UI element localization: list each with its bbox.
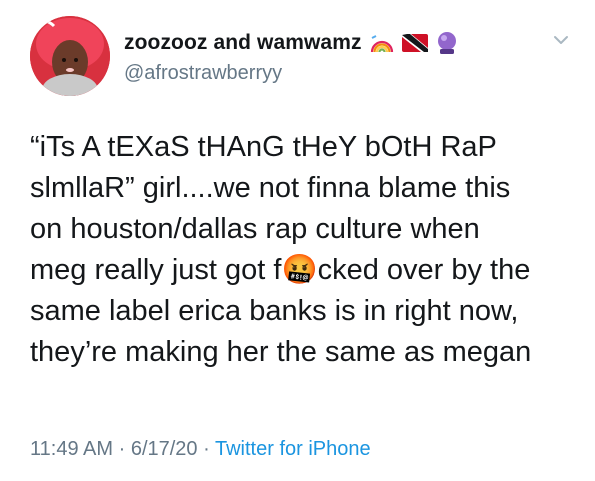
tweet-text-line: on houston/dallas rap culture when — [30, 213, 480, 245]
tweet-text-line: same label erica banks is in right now, — [30, 295, 519, 327]
avatar-image — [30, 16, 110, 96]
avatar[interactable] — [30, 16, 110, 96]
tweet-time[interactable]: 11:49 AM — [30, 438, 113, 460]
tweet-date[interactable]: 6/17/20 — [131, 438, 198, 460]
tweet-text-segment: cked over by the — [317, 254, 531, 286]
tweet-card: zoozooz and wamwamz @afrostrawberryy “iT… — [0, 0, 595, 481]
name-row: zoozooz and wamwamz — [124, 30, 575, 56]
meta-separator: · — [203, 438, 210, 460]
trinidad-flag-icon — [401, 34, 428, 52]
tweet-text-line: slmllaR” girl....we not finna blame this — [30, 172, 511, 204]
censor-emoji-icon: 🤬 — [281, 254, 318, 286]
user-handle[interactable]: @afrostrawberryy — [124, 62, 575, 85]
display-name[interactable]: zoozooz and wamwamz — [124, 31, 362, 55]
meta-separator: · — [118, 438, 126, 460]
tweet-text-line: they’re making her the same as megan — [30, 336, 532, 368]
name-emojis — [370, 31, 458, 55]
tweet-source-link[interactable]: Twitter for iPhone — [215, 438, 371, 460]
chevron-down-icon[interactable] — [551, 30, 571, 50]
tweet-text-line: meg really just got f🤬cked over by the — [30, 250, 575, 291]
crystal-ball-icon — [437, 32, 456, 54]
tweet-text: “iTs A tEXaS tHAnG tHeY bOtH RaP slmllaR… — [30, 127, 575, 373]
tweet-meta: 11:49 AM · 6/17/20 · Twitter for iPhone — [30, 438, 371, 461]
tweet-header: zoozooz and wamwamz @afrostrawberryy — [124, 30, 575, 85]
tweet-text-line: “iTs A tEXaS tHAnG tHeY bOtH RaP — [30, 131, 497, 163]
tweet-text-segment: meg really just got f — [30, 254, 282, 286]
rainbow-icon — [370, 35, 393, 53]
